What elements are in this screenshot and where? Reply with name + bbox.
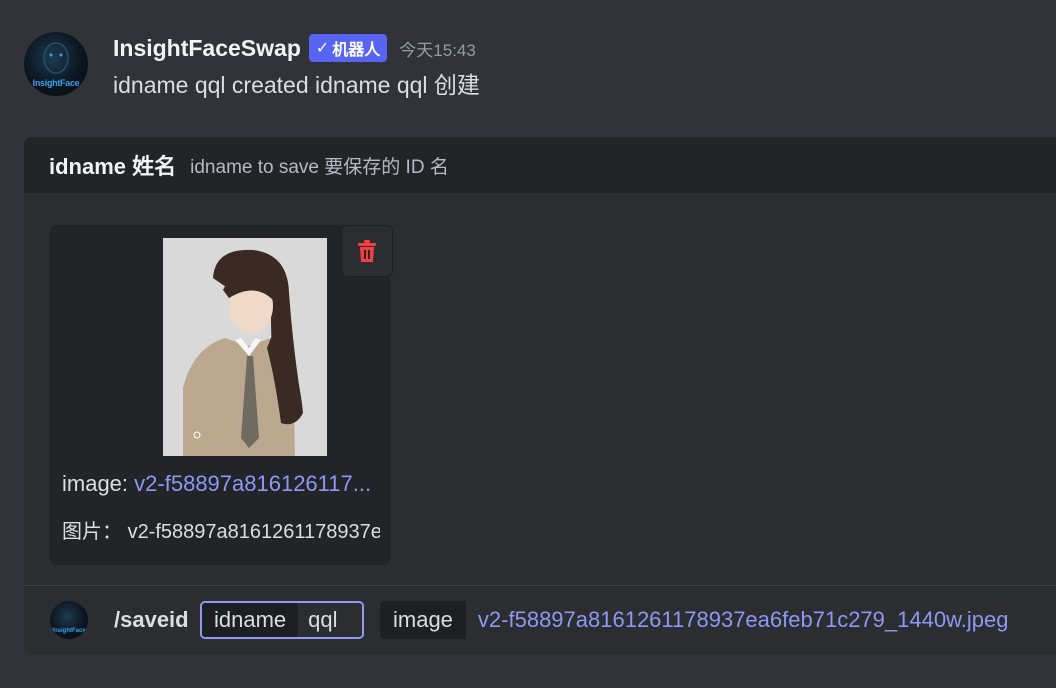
trash-icon	[358, 240, 376, 262]
embed-description: idname to save 要保存的 ID 名	[190, 156, 449, 178]
bot-avatar[interactable]: InsightFace	[24, 32, 88, 96]
option-idname-value[interactable]: qql	[298, 603, 362, 637]
command-avatar-brand-text: InsightFace	[52, 628, 86, 634]
command-name: /saveid	[114, 607, 189, 632]
embed-divider	[24, 585, 1056, 586]
option-idname-key: idname	[202, 603, 299, 637]
check-icon: ✓	[315, 40, 330, 57]
option-image-key: image	[380, 601, 466, 639]
embed-title: idname 姓名	[49, 154, 177, 179]
image-field-cn: 图片： v2-f58897a8161261178937ea	[62, 515, 380, 544]
command-option-idname[interactable]: idname qql	[200, 601, 364, 639]
bot-badge: ✓ 机器人	[308, 34, 388, 62]
delete-button[interactable]	[341, 225, 393, 277]
command-option-image[interactable]: image v2-f58897a8161261178937ea6feb71c27…	[380, 601, 1040, 639]
option-image-value[interactable]: v2-f58897a8161261178937ea6feb71c279_1440…	[465, 601, 1040, 639]
bot-badge-label: 机器人	[332, 42, 381, 59]
attachment-photo[interactable]	[163, 238, 327, 456]
portrait-image	[163, 238, 327, 456]
embed: idname 姓名 idname to save 要保存的 ID 名 image…	[24, 137, 1056, 655]
message-header: InsightFaceSwap ✓ 机器人 今天15:43	[113, 34, 476, 62]
image-attachment-card: image: v2-f58897a816126117... 图片： v2-f58…	[50, 225, 393, 565]
command-avatar[interactable]: InsightFace	[50, 601, 88, 639]
avatar-brand-text: InsightFace	[32, 78, 80, 88]
username[interactable]: InsightFaceSwap	[113, 35, 301, 62]
image-field-cn-value: v2-f58897a8161261178937ea	[127, 521, 380, 543]
image-field-link[interactable]: v2-f58897a816126117...	[134, 471, 371, 496]
image-field-label: image:	[62, 471, 129, 496]
image-field: image: v2-f58897a816126117...	[62, 471, 380, 497]
embed-header: idname 姓名 idname to save 要保存的 ID 名	[24, 137, 1056, 193]
message-text: idname qql created idname qql 创建	[113, 72, 480, 98]
timestamp: 今天15:43	[399, 40, 476, 60]
image-field-cn-label: 图片：	[62, 521, 122, 543]
